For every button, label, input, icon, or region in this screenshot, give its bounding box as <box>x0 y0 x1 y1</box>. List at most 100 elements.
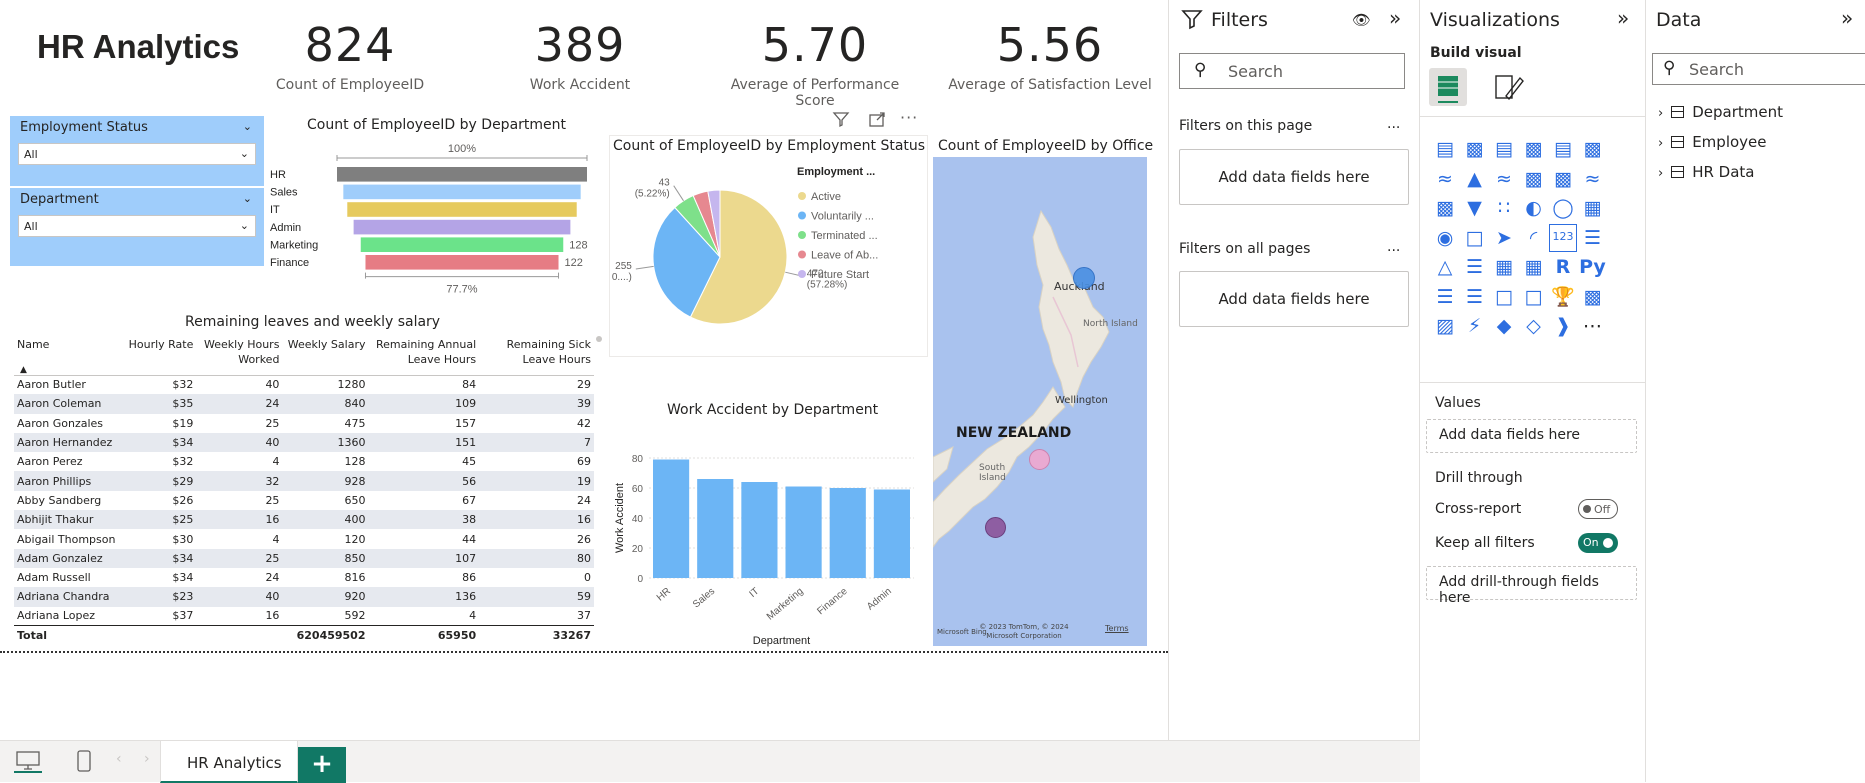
azure-map-icon[interactable]: ➤ <box>1490 224 1518 252</box>
table-row[interactable]: Adriana Chandra $23 40 920 136 59 <box>14 587 594 607</box>
slicer-icon[interactable]: ☰ <box>1461 253 1489 281</box>
data-table-item[interactable]: › Employee <box>1658 133 1767 151</box>
chevron-right-icon[interactable]: › <box>1658 166 1663 181</box>
prev-page-icon[interactable]: ‹ <box>116 751 122 767</box>
map-bubble[interactable] <box>1073 267 1095 289</box>
filters-search-input[interactable]: ⚲ Search <box>1179 53 1405 89</box>
trophy-icon[interactable]: 🏆 <box>1549 283 1577 311</box>
table-row[interactable]: Aaron Coleman $35 24 840 109 39 <box>14 394 594 414</box>
stacked-bar-icon[interactable]: ▤ <box>1431 135 1459 163</box>
kpi-work-accident[interactable]: 389 <box>500 18 660 72</box>
table-row[interactable]: Abigail Thompson $30 4 120 44 26 <box>14 529 594 548</box>
smart-narrative-icon[interactable]: ▩ <box>1579 283 1607 311</box>
slicer-dropdown[interactable]: All ⌄ <box>18 215 256 237</box>
map-bubble[interactable] <box>985 517 1006 538</box>
custom-1-icon[interactable]: ◆ <box>1490 312 1518 340</box>
focus-mode-icon[interactable] <box>868 111 886 129</box>
bar-chart[interactable]: 0 20 40 60 80 HR Sales IT Marketing Finance Admin D… <box>609 418 924 650</box>
slicer-department[interactable]: Department ⌄ All ⌄ <box>10 188 264 266</box>
table-row[interactable]: Adriana Lopez $37 16 592 4 37 <box>14 607 594 626</box>
ribbon-icon[interactable]: ≈ <box>1579 165 1607 193</box>
funnel-chart[interactable]: 100% HR Sales IT Admin Marketing Finance 128 122… <box>265 135 600 305</box>
kpi-icon[interactable]: △ <box>1431 253 1459 281</box>
line-column-icon[interactable]: ▩ <box>1520 165 1548 193</box>
more-icon[interactable]: ⋯ <box>1579 312 1607 340</box>
table-row[interactable]: Adam Russell $34 24 816 86 0 <box>14 568 594 587</box>
treemap-icon[interactable]: ▦ <box>1579 194 1607 222</box>
line-icon[interactable]: ≈ <box>1431 165 1459 193</box>
table-row[interactable]: Abby Sandberg $26 25 650 67 24 <box>14 491 594 510</box>
cross-report-toggle[interactable]: Off <box>1578 499 1618 519</box>
data-table-item[interactable]: › HR Data <box>1658 163 1755 181</box>
table-row[interactable]: Aaron Perez $32 4 128 45 69 <box>14 452 594 471</box>
add-page-button[interactable]: + <box>298 747 346 783</box>
line-clustered-icon[interactable]: ▩ <box>1549 165 1577 193</box>
funnel-icon[interactable]: ▼ <box>1461 194 1489 222</box>
map-terms-link[interactable]: Terms <box>1105 624 1129 633</box>
key-influencers-icon[interactable]: ☰ <box>1431 283 1459 311</box>
chevrons-icon[interactable]: ❱ <box>1549 312 1577 340</box>
drill-through-well[interactable]: Add drill-through fields here <box>1426 566 1637 606</box>
eye-icon[interactable]: 👁 <box>1352 11 1371 29</box>
diamond-icon[interactable]: ◇ <box>1520 312 1548 340</box>
column-header[interactable]: Remaining Annual Leave Hours <box>369 335 480 375</box>
power-automate-icon[interactable]: ⚡ <box>1461 312 1489 340</box>
paginated-icon[interactable]: □ <box>1520 283 1548 311</box>
data-search-input[interactable]: ⚲ Search <box>1652 53 1865 85</box>
r-visual-icon[interactable]: R <box>1549 253 1577 281</box>
waterfall-icon[interactable]: ▩ <box>1431 194 1459 222</box>
more-options-icon[interactable]: ... <box>1387 116 1400 132</box>
kpi-satisfaction[interactable]: 5.56 <box>945 18 1155 72</box>
table-row[interactable]: Aaron Gonzales $19 25 475 157 42 <box>14 414 594 433</box>
table-row[interactable]: Adam Gonzalez $34 25 850 107 80 <box>14 548 594 568</box>
clustered-bar-icon[interactable]: ▤ <box>1490 135 1518 163</box>
collapse-chevrons-icon[interactable]: » <box>1389 6 1401 30</box>
donut-icon[interactable]: ◯ <box>1549 194 1577 222</box>
add-filter-page-box[interactable]: Add data fields here <box>1179 149 1409 205</box>
table-row[interactable]: Aaron Hernandez $34 40 1360 151 7 <box>14 432 594 453</box>
map-bubble[interactable] <box>1029 449 1050 470</box>
table-row[interactable]: Aaron Butler $32 40 1280 84 29 <box>14 375 594 394</box>
keep-filters-toggle[interactable]: On <box>1578 533 1618 553</box>
clustered-column-icon[interactable]: ▩ <box>1520 135 1548 163</box>
100-column-icon[interactable]: ▩ <box>1579 135 1607 163</box>
column-header[interactable]: Name <box>14 335 125 375</box>
area-icon[interactable]: ▲ <box>1461 165 1489 193</box>
filled-map-icon[interactable]: □ <box>1461 224 1489 252</box>
add-filter-all-box[interactable]: Add data fields here <box>1179 271 1409 327</box>
filter-icon[interactable] <box>832 110 850 128</box>
card-icon[interactable]: 123 <box>1549 223 1577 252</box>
values-well[interactable]: Add data fields here <box>1426 419 1637 453</box>
power-apps-icon[interactable]: ▨ <box>1431 312 1459 340</box>
build-visual-tab[interactable] <box>1429 68 1467 106</box>
column-header[interactable]: Remaining Sick Leave Hours <box>479 335 594 375</box>
kpi-performance[interactable]: 5.70 <box>710 18 920 72</box>
column-header[interactable]: Weekly Hours Worked <box>196 335 282 375</box>
chevron-down-icon[interactable]: ⌄ <box>243 192 252 205</box>
chevron-right-icon[interactable]: › <box>1658 136 1663 151</box>
scatter-icon[interactable]: ∷ <box>1490 194 1518 222</box>
desktop-view-icon[interactable] <box>14 749 42 773</box>
more-options-icon[interactable]: ... <box>1387 239 1400 255</box>
kpi-employee-count[interactable]: 824 <box>270 18 430 72</box>
gauge-icon[interactable]: ◜ <box>1520 224 1548 252</box>
column-header[interactable]: Weekly Salary <box>282 335 368 375</box>
slicer-employment-status[interactable]: Employment Status ⌄ All ⌄ <box>10 116 264 186</box>
multirow-card-icon[interactable]: ☰ <box>1579 224 1607 252</box>
pie-icon[interactable]: ◐ <box>1520 194 1548 222</box>
collapse-chevrons-icon[interactable]: » <box>1841 6 1853 30</box>
stacked-column-icon[interactable]: ▩ <box>1461 135 1489 163</box>
page-tab[interactable]: HR Analytics <box>160 741 298 783</box>
collapse-chevrons-icon[interactable]: » <box>1617 6 1629 30</box>
chevron-down-icon[interactable]: ⌄ <box>243 120 252 133</box>
more-options-icon[interactable]: ··· <box>900 108 918 127</box>
format-visual-tab[interactable] <box>1488 68 1526 106</box>
data-table-item[interactable]: › Department <box>1658 103 1783 121</box>
stacked-area-icon[interactable]: ≈ <box>1490 165 1518 193</box>
map-visual[interactable]: Auckland North Island Wellington South I… <box>933 157 1147 646</box>
slicer-dropdown[interactable]: All ⌄ <box>18 143 256 165</box>
decomposition-tree-icon[interactable]: ☰ <box>1461 283 1489 311</box>
chevron-right-icon[interactable]: › <box>1658 106 1663 121</box>
qa-icon[interactable]: □ <box>1490 283 1518 311</box>
matrix-icon[interactable]: ▦ <box>1520 253 1548 281</box>
